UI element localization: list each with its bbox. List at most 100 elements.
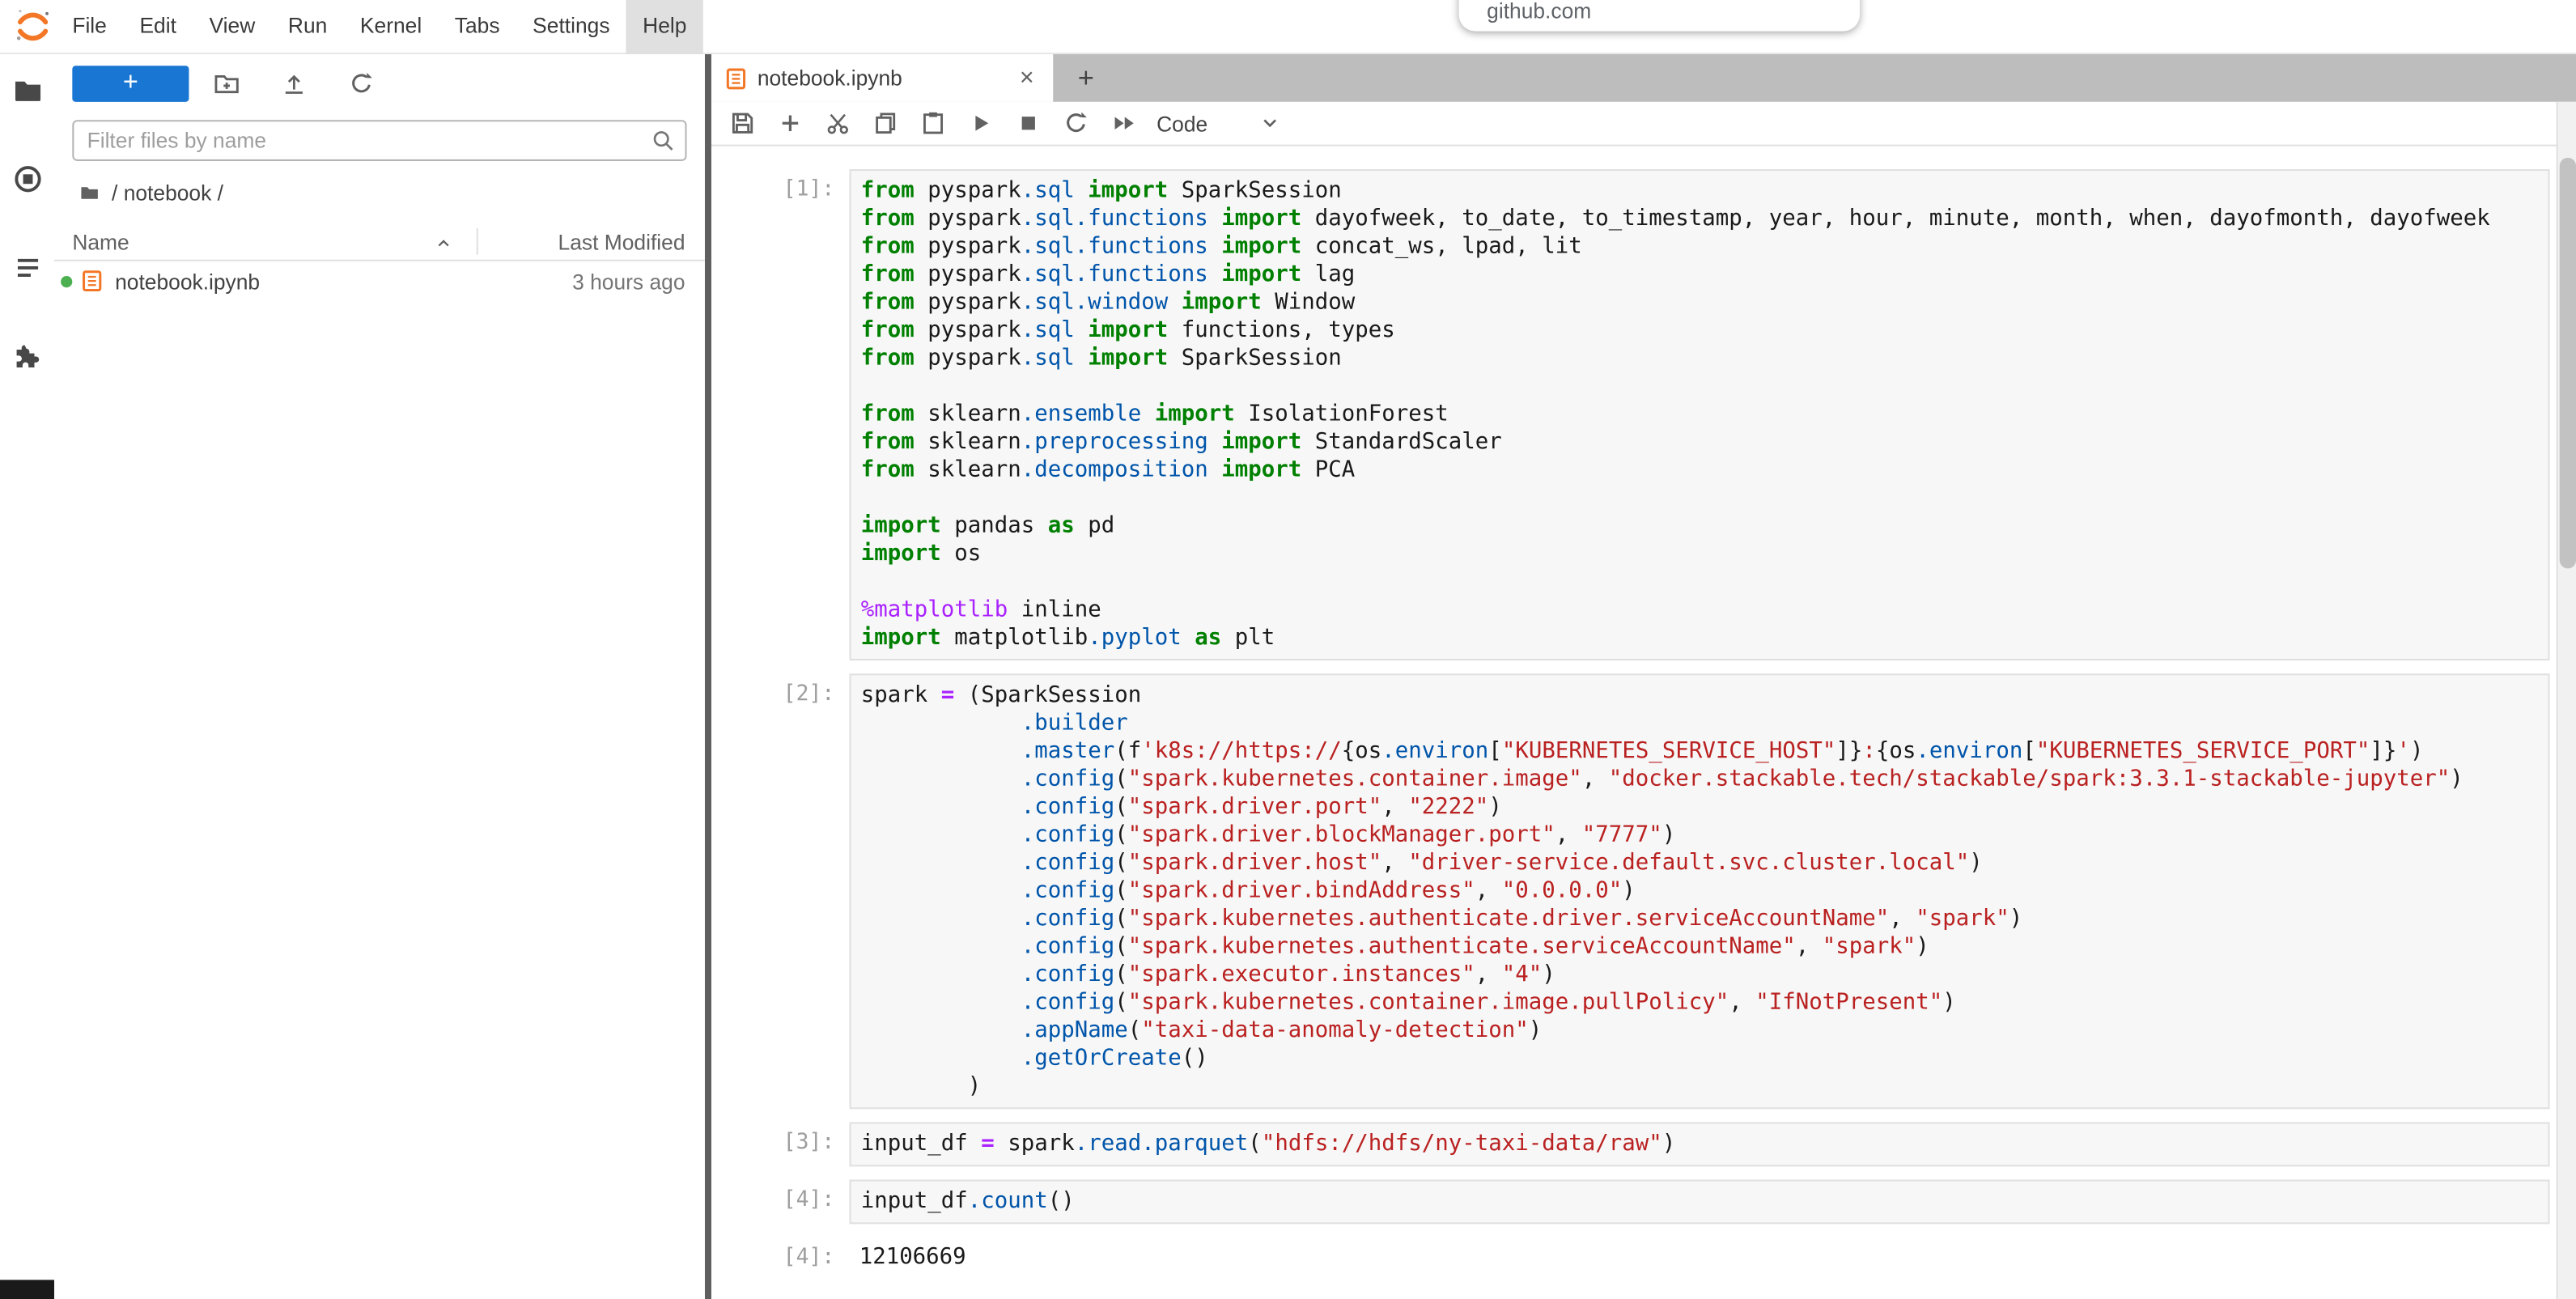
refresh-button[interactable] <box>348 70 374 96</box>
new-launcher-button[interactable]: + <box>72 66 189 102</box>
code-line: .config("spark.driver.blockManager.port"… <box>861 821 2539 850</box>
file-browser-toolbar: + <box>54 54 705 113</box>
insert-cell-button[interactable] <box>777 110 803 136</box>
code-line <box>861 485 2539 513</box>
insert-cell-icon <box>777 110 803 136</box>
paste-button[interactable] <box>920 110 946 136</box>
home-folder-icon[interactable] <box>79 182 100 203</box>
save-button[interactable] <box>729 110 755 136</box>
file-modified: 3 hours ago <box>572 269 685 293</box>
menu-item-run[interactable]: Run <box>272 0 344 54</box>
code-line: from pyspark.sql.functions import concat… <box>861 233 2539 261</box>
file-browser-panel: + / notebook / Name Last Modified notebo… <box>54 54 705 1299</box>
scrollbar-thumb[interactable] <box>2560 158 2576 569</box>
save-icon <box>729 110 755 136</box>
menu-item-help[interactable]: Help <box>626 0 703 54</box>
notebook-file-icon <box>724 66 747 89</box>
cell-prompt: [3]: <box>711 1122 850 1166</box>
new-folder-icon <box>214 70 240 96</box>
cell-prompt: [1]: <box>711 169 850 660</box>
run-button[interactable] <box>968 110 994 136</box>
cell-prompt: [2]: <box>711 673 850 1109</box>
upload-button[interactable] <box>281 70 307 96</box>
popup-text: github.com <box>1487 0 1591 22</box>
column-header-last-modified[interactable]: Last Modified <box>558 229 685 253</box>
code-line: input_df.count() <box>861 1188 2539 1216</box>
file-row[interactable]: notebook.ipynb3 hours ago <box>54 261 705 301</box>
code-line: from pyspark.sql import SparkSession <box>861 177 2539 206</box>
code-line <box>861 568 2539 596</box>
sidebar-tab-file-browser[interactable] <box>9 74 45 107</box>
code-line: from pyspark.sql.functions import dayofw… <box>861 206 2539 234</box>
code-line: .config("spark.kubernetes.container.imag… <box>861 766 2539 794</box>
restart-icon <box>1063 110 1089 136</box>
code-line: from sklearn.preprocessing import Standa… <box>861 429 2539 457</box>
sidebar-tab-running-sessions[interactable] <box>9 163 45 196</box>
code-line: .config("spark.driver.bindAddress", "0.0… <box>861 877 2539 906</box>
close-tab-icon[interactable]: × <box>1014 64 1040 92</box>
menubar-items: FileEditViewRunKernelTabsSettingsHelp <box>56 0 703 53</box>
code-line: from sklearn.ensemble import IsolationFo… <box>861 401 2539 429</box>
menu-item-view[interactable]: View <box>193 0 271 54</box>
main-area: notebook.ipynb × + Code [1]:from pyspark… <box>711 54 2576 1299</box>
code-line: spark = (SparkSession <box>861 681 2539 710</box>
code-line: .builder <box>861 710 2539 738</box>
restart-button[interactable] <box>1063 110 1089 136</box>
cell-type-dropdown[interactable]: Code <box>1156 111 1280 135</box>
column-divider <box>477 228 478 254</box>
sidebar-tab-table-of-contents[interactable] <box>9 252 45 285</box>
code-line: from pyspark.sql import functions, types <box>861 317 2539 346</box>
menu-item-settings[interactable]: Settings <box>516 0 626 54</box>
code-line: import pandas as pd <box>861 512 2539 541</box>
code-cell: [4]:input_df.count() <box>711 1180 2550 1225</box>
file-filter <box>72 120 686 161</box>
code-line: .config("spark.driver.port", "2222") <box>861 793 2539 821</box>
vertical-scrollbar[interactable] <box>2557 102 2576 1299</box>
activity-bar <box>0 54 54 1299</box>
panel-splitter[interactable] <box>705 54 711 1299</box>
browser-popup: github.com <box>1459 0 1860 32</box>
code-cell: [3]:input_df = spark.read.parquet("hdfs:… <box>711 1122 2550 1166</box>
notebook-toolbar-buttons <box>729 110 1136 136</box>
filter-files-input[interactable] <box>72 120 686 161</box>
file-name: notebook.ipynb <box>115 269 572 293</box>
workspace: + / notebook / Name Last Modified notebo… <box>0 54 2576 1299</box>
code-line: .config("spark.executor.instances", "4") <box>861 962 2539 990</box>
cell-type-label: Code <box>1156 111 1207 135</box>
new-tab-button[interactable]: + <box>1061 54 1110 102</box>
cell-editor[interactable]: spark = (SparkSession .builder .master(f… <box>850 673 2550 1109</box>
chevron-down-icon <box>1260 113 1280 133</box>
jupyterlab-window: FileEditViewRunKernelTabsSettingsHelp gi… <box>0 0 2576 1299</box>
code-line <box>861 373 2539 401</box>
fast-forward-button[interactable] <box>1110 110 1136 136</box>
sort-ascending-icon <box>435 235 452 251</box>
sidebar-tab-extensions[interactable] <box>9 340 45 373</box>
cut-button[interactable] <box>825 110 851 136</box>
notebook-cells: [1]:from pyspark.sql import SparkSession… <box>711 169 2550 1278</box>
tab-notebook[interactable]: notebook.ipynb × <box>711 54 1053 102</box>
tab-bar: notebook.ipynb × + <box>711 54 2576 102</box>
cell-editor[interactable]: input_df.count() <box>850 1180 2550 1225</box>
code-line: .getOrCreate() <box>861 1045 2539 1073</box>
stop-button[interactable] <box>1016 110 1042 136</box>
folder-icon <box>12 75 42 105</box>
bottom-left-fragment <box>0 1280 54 1299</box>
cell-editor[interactable]: input_df = spark.read.parquet("hdfs://hd… <box>850 1122 2550 1166</box>
copy-button[interactable] <box>872 110 898 136</box>
menu-item-file[interactable]: File <box>56 0 123 54</box>
refresh-icon <box>348 70 374 96</box>
menu-item-kernel[interactable]: Kernel <box>344 0 439 54</box>
menubar: FileEditViewRunKernelTabsSettingsHelp <box>0 0 2576 54</box>
jupyter-logo-icon <box>13 6 53 46</box>
cell-editor[interactable]: from pyspark.sql import SparkSessionfrom… <box>850 169 2550 660</box>
code-line: import os <box>861 541 2539 569</box>
cut-icon <box>825 110 851 136</box>
column-header-name[interactable]: Name <box>72 229 129 253</box>
new-folder-button[interactable] <box>214 70 240 96</box>
code-line: %matplotlib inline <box>861 596 2539 625</box>
output-prompt: [4]: <box>711 1237 850 1279</box>
breadcrumb[interactable]: / notebook / <box>79 180 686 205</box>
code-cell: [2]:spark = (SparkSession .builder .mast… <box>711 673 2550 1109</box>
menu-item-tabs[interactable]: Tabs <box>439 0 516 54</box>
menu-item-edit[interactable]: Edit <box>123 0 193 54</box>
